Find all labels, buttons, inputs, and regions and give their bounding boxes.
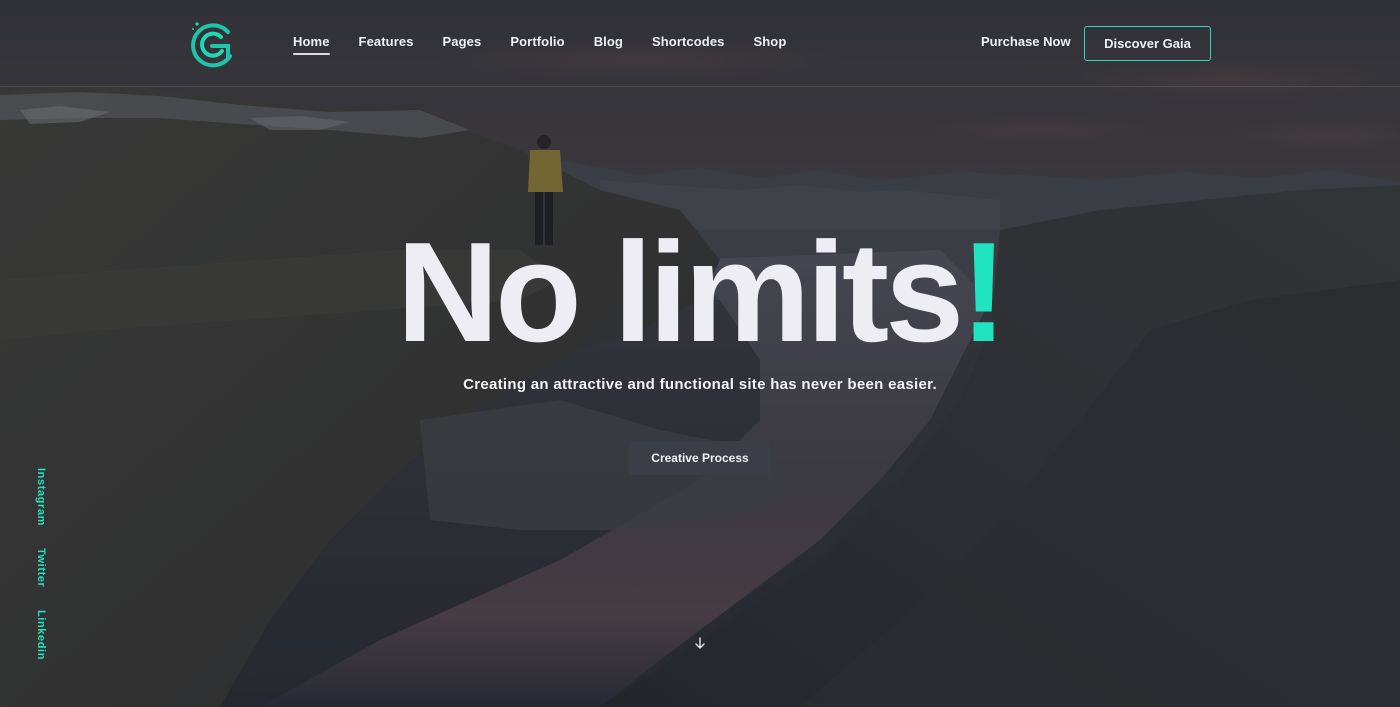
social-twitter[interactable]: Twitter — [35, 548, 47, 587]
nav-home[interactable]: Home — [293, 34, 330, 55]
creative-process-button[interactable]: Creative Process — [629, 441, 771, 475]
arrow-down-icon[interactable] — [693, 636, 707, 650]
social-instagram[interactable]: Instagram — [35, 468, 47, 526]
site-header: Home Features Pages Portfolio Blog Short… — [0, 0, 1400, 87]
nav-features[interactable]: Features — [359, 34, 414, 49]
purchase-now-link[interactable]: Purchase Now — [981, 34, 1071, 49]
hero-section: Home Features Pages Portfolio Blog Short… — [0, 0, 1400, 707]
nav-shop[interactable]: Shop — [754, 34, 787, 49]
headline-text: No limits — [396, 213, 965, 372]
gaia-logo-icon[interactable] — [188, 20, 238, 68]
nav-blog[interactable]: Blog — [594, 34, 623, 49]
social-linkedin[interactable]: Linkedin — [35, 610, 47, 660]
nav-shortcodes[interactable]: Shortcodes — [652, 34, 725, 49]
hero-subtitle: Creating an attractive and functional si… — [463, 376, 937, 393]
discover-gaia-button[interactable]: Discover Gaia — [1084, 26, 1211, 61]
headline-accent: ! — [960, 213, 1007, 372]
nav-pages[interactable]: Pages — [443, 34, 482, 49]
main-nav: Home Features Pages Portfolio Blog Short… — [293, 34, 815, 55]
nav-portfolio[interactable]: Portfolio — [510, 34, 564, 49]
hero-headline: No limits! — [0, 222, 1400, 364]
